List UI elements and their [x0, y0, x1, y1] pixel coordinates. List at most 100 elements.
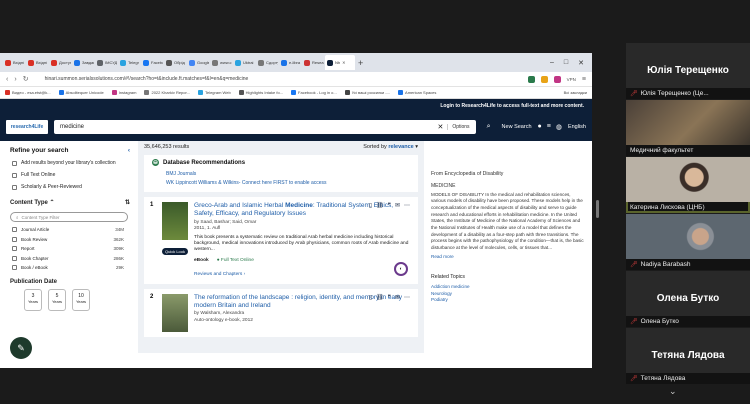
link-icon[interactable]: ⛓ [376, 294, 384, 301]
read-more-link[interactable]: Read more [431, 254, 584, 261]
browser-tab[interactable]: Доступ [49, 55, 71, 70]
bookmark-item[interactable]: Telegram Web [197, 90, 231, 95]
related-topic-link[interactable]: Neurology [431, 291, 584, 298]
reviews-link[interactable]: Reviews and Chapters › [194, 272, 412, 278]
search-query[interactable]: medicine [60, 124, 437, 130]
content-type-option[interactable]: Book / eBook 29K [12, 265, 124, 270]
sort-icon[interactable]: ⇅ [125, 199, 130, 206]
browser-tab[interactable]: www.c [210, 55, 232, 70]
clear-icon[interactable]: ✕ [437, 123, 443, 131]
participant-tile[interactable]: Медичний факультет [626, 100, 750, 156]
search-icon[interactable]: ⌕ [482, 120, 496, 134]
participant-tile[interactable]: Тетяна Лядова 🎤︎ Тетяна Лядова [626, 328, 750, 384]
altmetric-icon[interactable]: ◐ [394, 261, 408, 276]
book-cover[interactable] [162, 202, 188, 240]
maximize-icon[interactable]: □ [564, 59, 568, 67]
refine-checkbox[interactable]: Full Text Online [12, 172, 130, 178]
browser-tab[interactable]: ІМСУД [95, 55, 117, 70]
refine-checkbox[interactable]: Add results beyond your library's collec… [12, 160, 130, 166]
checkbox-icon[interactable] [12, 184, 17, 190]
related-topic-link[interactable]: Addiction medicine [431, 284, 584, 291]
link-icon[interactable]: ⛓ [376, 202, 384, 209]
menu-icon[interactable]: ≡ [547, 123, 551, 131]
more-icon[interactable]: ⋯ [404, 294, 410, 301]
options-button[interactable]: Options [447, 124, 470, 130]
email-icon[interactable]: ✉ [395, 202, 400, 209]
bookmark-item[interactable]: Видео - esa.etst@k... [5, 90, 51, 95]
email-icon[interactable]: ✉ [395, 294, 400, 301]
extension-icon[interactable] [540, 75, 548, 83]
content-type-title[interactable]: Content Type ⌃ [10, 199, 55, 206]
db-link[interactable]: BMJ Journals [166, 171, 412, 177]
browser-tab[interactable]: Telegr [118, 55, 140, 70]
checkbox-icon[interactable] [12, 172, 17, 178]
browser-tab[interactable]: Facebo [141, 55, 163, 70]
vpn-badge[interactable]: VPN [567, 77, 576, 82]
more-icon[interactable]: ⋯ [404, 202, 410, 209]
bookmark-item[interactable]: Absolitequer Unicode [58, 90, 104, 95]
browser-tab[interactable]: Вхідні [3, 55, 25, 70]
participant-tile[interactable]: Юлія Терещенко 🎤︎ Юлія Терещенко (Це... [626, 43, 750, 99]
forward-icon[interactable]: › [14, 76, 16, 83]
user-icon[interactable]: ● [538, 123, 542, 131]
checkbox-icon[interactable] [12, 160, 17, 166]
globe-icon[interactable]: ◍ [556, 123, 562, 131]
participant-tile[interactable]: Олена Бутко 🎤︎ Олена Бутко [626, 271, 750, 327]
cite-icon[interactable]: ❞ [388, 202, 391, 209]
checkbox-icon[interactable] [12, 236, 17, 242]
new-tab-button[interactable]: + [358, 58, 363, 68]
checkbox-icon[interactable] [12, 255, 17, 261]
browser-tab[interactable]: Oбрiд [164, 55, 186, 70]
checkbox-icon[interactable] [12, 246, 17, 251]
browser-tab[interactable]: Resea [302, 55, 324, 70]
panel-splitter[interactable] [596, 200, 599, 218]
year-range-button[interactable]: 3 Years [24, 289, 42, 311]
bookmark-item[interactable]: Highlights Intake fo... [238, 90, 283, 95]
bookmark-icon[interactable]: ▯ [369, 294, 372, 301]
close-window-icon[interactable]: ✕ [578, 59, 584, 67]
browser-tab[interactable]: Завдан [72, 55, 94, 70]
year-range-button[interactable]: 5 Years [48, 289, 66, 311]
sort-select[interactable]: Sorted by relevance ▾ [363, 144, 418, 150]
research4life-logo[interactable]: research4Life [6, 120, 48, 134]
bookmark-item[interactable]: Усі ваші розсилки -... [344, 90, 390, 95]
bookmark-item[interactable]: American Spaces [398, 90, 436, 95]
cite-icon[interactable]: ❞ [388, 294, 391, 301]
browser-tab[interactable]: Google [187, 55, 209, 70]
bookmark-icon[interactable]: ▯ [369, 202, 372, 209]
db-link[interactable]: WK Lippincott Williams & Wilkins- Connec… [166, 180, 412, 186]
quick-look-button[interactable]: Quick Look [162, 248, 189, 255]
extension-icon[interactable] [527, 75, 535, 83]
content-type-option[interactable]: Journal Article 34M [12, 227, 124, 232]
browser-tab[interactable]: Nh ✕ [325, 55, 355, 70]
browser-tab[interactable]: e-libra [279, 55, 301, 70]
edit-icon[interactable]: ✎ [10, 337, 32, 359]
language-select[interactable]: English [568, 124, 586, 130]
browser-tab[interactable]: Сдорту [256, 55, 278, 70]
related-topic-link[interactable]: Podiatry [431, 297, 584, 304]
reload-icon[interactable]: ↻ [23, 75, 29, 83]
browser-tab[interactable]: Вхідні [26, 55, 48, 70]
back-icon[interactable]: ‹ [6, 76, 8, 83]
full-text-badge[interactable]: ● Full Text Online [217, 258, 254, 264]
close-tab-icon[interactable]: ✕ [342, 60, 345, 65]
book-cover[interactable] [162, 293, 188, 332]
search-input[interactable]: medicine ✕ Options [54, 120, 476, 134]
refine-checkbox[interactable]: Scholarly & Peer-Reviewed [12, 184, 130, 190]
bookmark-item[interactable]: Instagram [111, 90, 136, 95]
content-type-option[interactable]: Book Chapter 286K [12, 255, 124, 261]
collapse-icon[interactable]: ‹ [128, 147, 130, 154]
extension-icon[interactable] [553, 75, 561, 83]
content-type-option[interactable]: Report 309K [12, 246, 124, 251]
url-field[interactable]: hinari.summon.serialssolutions.com/#!/se… [35, 76, 522, 82]
minimize-icon[interactable]: – [550, 59, 554, 67]
checkbox-icon[interactable] [12, 227, 17, 232]
participant-tile[interactable]: 🎤︎ Nadiya Barabash [626, 214, 750, 270]
browser-tab[interactable]: Uktrai [233, 55, 255, 70]
all-bookmarks-link[interactable]: Всі закладки [564, 90, 587, 95]
chevron-down-icon[interactable]: ⌄ [669, 386, 677, 397]
participant-tile[interactable]: Катерина Лискова (ЦНБ) [626, 157, 750, 213]
menu-icon[interactable]: ≡ [582, 76, 586, 83]
content-type-option[interactable]: Book Review 362K [12, 236, 124, 242]
bookmark-item[interactable]: 2022 Kharkiv Repor... [144, 90, 190, 95]
